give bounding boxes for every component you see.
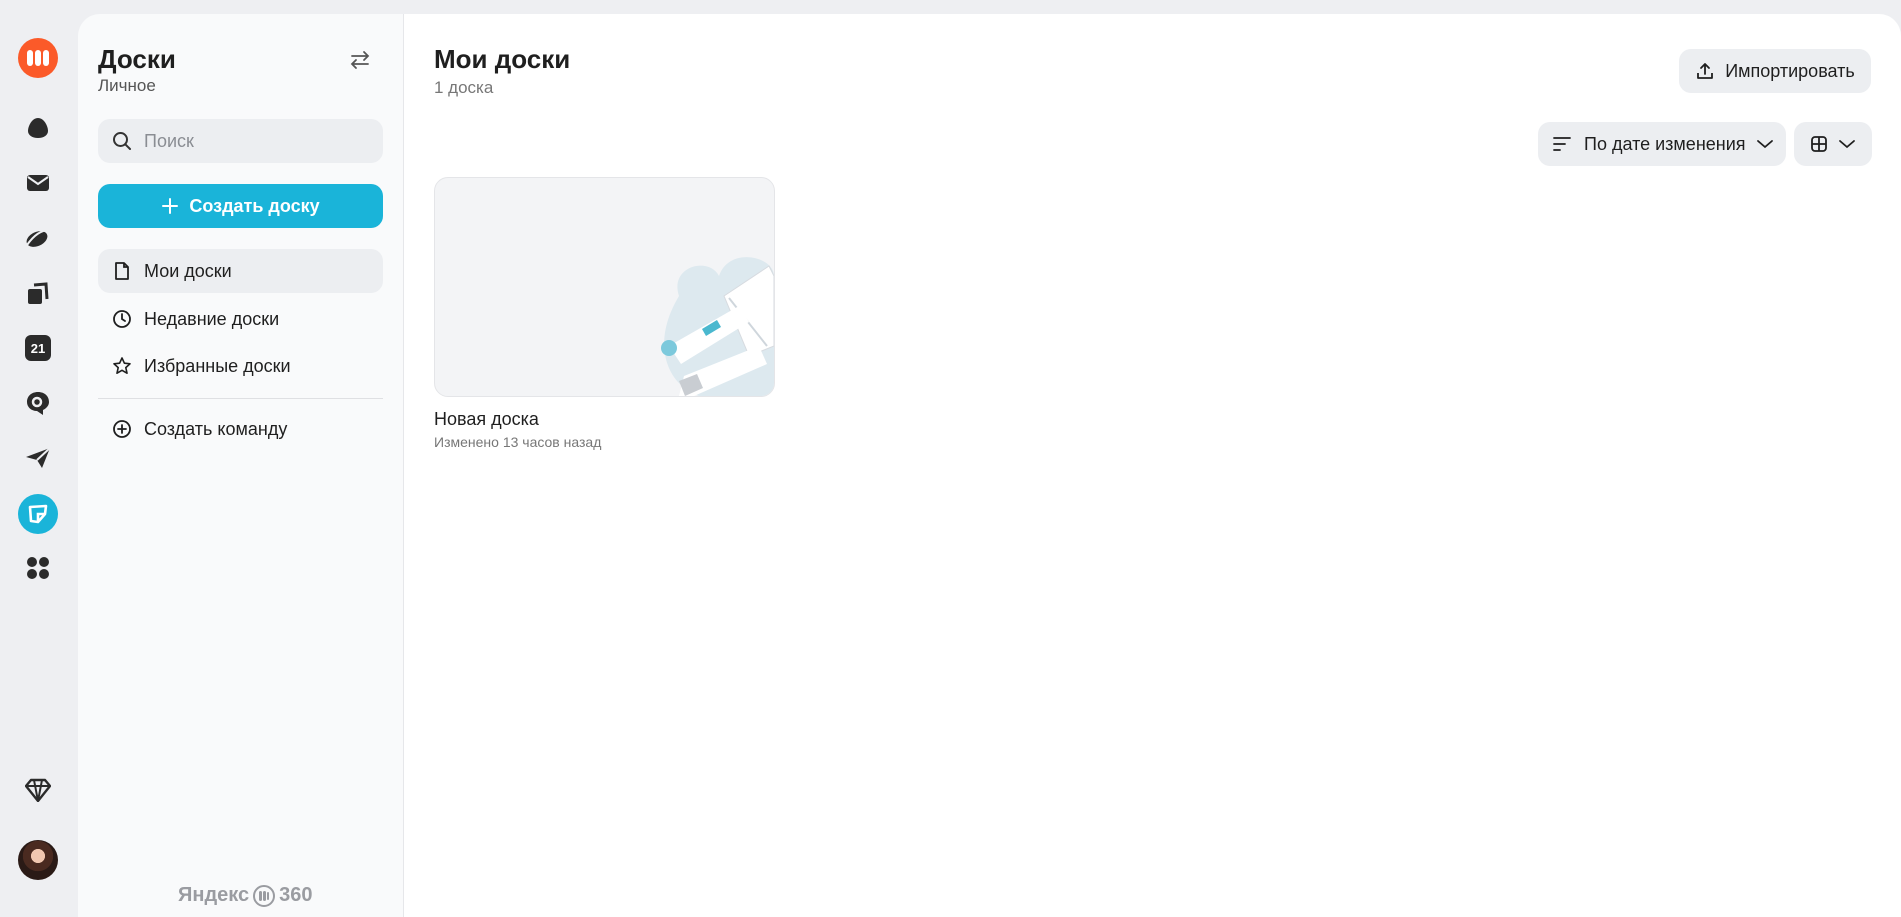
sidebar-title: Доски [98, 44, 176, 74]
board-title: Новая доска [434, 409, 539, 429]
nav-item-favorite-boards[interactable]: Избранные доски [98, 344, 383, 388]
chevron-down-icon [1756, 138, 1774, 150]
premium-diamond-icon[interactable] [18, 770, 58, 810]
cloud-icon[interactable] [18, 108, 58, 148]
import-button[interactable]: Импортировать [1679, 49, 1871, 93]
create-board-button[interactable]: Создать доску [98, 184, 383, 228]
page-title: Мои доски [434, 44, 571, 74]
nav-item-label: Мои доски [144, 260, 232, 281]
sort-dropdown[interactable]: По дате изменения [1538, 122, 1786, 166]
avatar[interactable] [18, 840, 58, 880]
app-rail: 21 [0, 0, 78, 917]
board-card[interactable]: Новая доска Изменено 13 часов назад [434, 177, 775, 450]
create-team-label: Создать команду [144, 418, 288, 439]
sidebar: Доски Личное Создать доску Мои доски Нед… [78, 14, 404, 917]
calendar-icon[interactable]: 21 [18, 328, 58, 368]
board-modified: Изменено 13 часов назад [434, 434, 602, 450]
nav-item-recent-boards[interactable]: Недавние доски [98, 297, 383, 341]
telemost-icon[interactable] [18, 438, 58, 478]
create-board-label: Создать доску [189, 195, 320, 216]
brand-left: Яндекс [178, 884, 250, 906]
switch-workspace-button[interactable] [346, 46, 374, 74]
sort-label: По дате изменения [1584, 133, 1746, 154]
workspace-name: Личное [98, 76, 156, 95]
sort-lines-icon [1552, 136, 1572, 152]
apps-grid-icon[interactable] [18, 548, 58, 588]
create-team-button[interactable]: Создать команду [98, 407, 383, 451]
view-mode-dropdown[interactable] [1794, 122, 1872, 166]
swap-arrows-icon [350, 51, 370, 69]
mail-icon[interactable] [18, 163, 58, 203]
search-icon [113, 132, 131, 150]
star-icon [112, 356, 132, 376]
nav-item-my-boards[interactable]: Мои доски [98, 249, 383, 293]
grid-view-icon [1811, 136, 1827, 152]
boards-count: 1 доска [434, 78, 494, 97]
upload-icon [1695, 61, 1715, 81]
nav-item-label: Избранные доски [144, 355, 291, 376]
nav-item-label: Недавние доски [144, 308, 280, 329]
plus-circle-icon [112, 419, 132, 439]
board-thumbnail[interactable] [434, 177, 775, 397]
main-content: Мои доски 1 доска Импортировать По дате … [404, 14, 1901, 917]
import-label: Импортировать [1725, 60, 1855, 81]
chevron-down-icon [1839, 140, 1855, 149]
sidebar-divider [98, 398, 383, 399]
clock-icon [112, 309, 132, 329]
document-icon [112, 261, 132, 281]
disk-icon[interactable] [18, 218, 58, 258]
brand-logo-icon [253, 884, 276, 907]
yandex-360-brand: Яндекс 360 [178, 884, 313, 907]
brand-right: 360 [279, 884, 313, 906]
plus-icon [161, 197, 179, 215]
search-box[interactable] [98, 119, 383, 163]
boards-icon[interactable] [18, 494, 58, 534]
documents-icon[interactable] [18, 274, 58, 314]
yandex-360-logo-icon[interactable] [18, 38, 58, 78]
messenger-icon[interactable] [18, 383, 58, 423]
board-illustration [661, 257, 774, 396]
search-input[interactable] [144, 130, 364, 152]
